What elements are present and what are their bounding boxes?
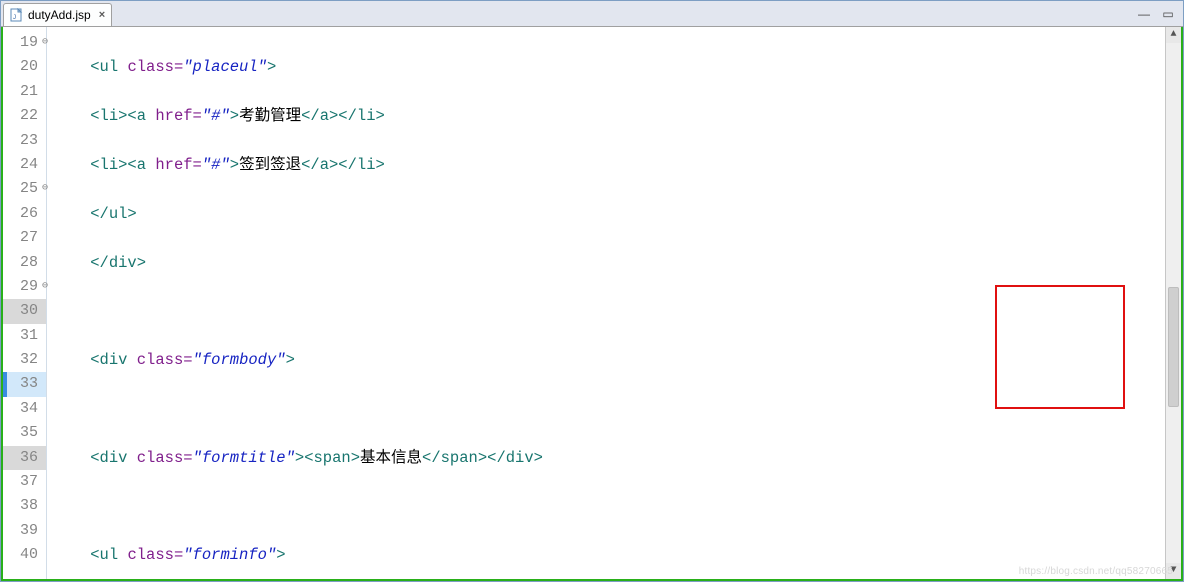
scroll-up-button[interactable]: ▲: [1166, 27, 1181, 43]
line-number[interactable]: 28: [3, 251, 46, 275]
line-number[interactable]: 19: [3, 31, 46, 55]
line-number[interactable]: 31: [3, 324, 46, 348]
window-controls: — ▭: [1135, 1, 1183, 26]
line-number[interactable]: 39: [3, 519, 46, 543]
vertical-scrollbar[interactable]: ▲ ▼: [1165, 27, 1181, 579]
line-number[interactable]: 37: [3, 470, 46, 494]
tab-filename: dutyAdd.jsp: [28, 8, 91, 22]
line-number[interactable]: 23: [3, 129, 46, 153]
line-number[interactable]: 24: [3, 153, 46, 177]
line-number[interactable]: 26: [3, 202, 46, 226]
line-number[interactable]: 38: [3, 494, 46, 518]
line-number[interactable]: 33: [3, 372, 46, 396]
maximize-icon[interactable]: ▭: [1159, 7, 1177, 21]
line-number[interactable]: 35: [3, 421, 46, 445]
line-number[interactable]: 25: [3, 177, 46, 201]
editor-window: J dutyAdd.jsp × — ▭ 19 20 21 22 23 24 25…: [0, 0, 1184, 582]
line-number[interactable]: 36: [3, 446, 46, 470]
tab-bar: J dutyAdd.jsp × — ▭: [1, 1, 1183, 27]
line-number[interactable]: 27: [3, 226, 46, 250]
line-number[interactable]: 20: [3, 55, 46, 79]
minimize-icon[interactable]: —: [1135, 7, 1153, 21]
code-editor[interactable]: <ul class="placeul"> <li><a href="#">考勤管…: [47, 27, 1163, 579]
line-number[interactable]: 32: [3, 348, 46, 372]
line-number[interactable]: 40: [3, 543, 46, 567]
jsp-file-icon: J: [10, 8, 24, 22]
editor-area: 19 20 21 22 23 24 25 26 27 28 29 30 31 3…: [1, 27, 1183, 581]
svg-text:J: J: [13, 15, 16, 21]
line-number[interactable]: 34: [3, 397, 46, 421]
watermark: https://blog.csdn.net/qq58270665: [1019, 566, 1173, 577]
gutter[interactable]: 19 20 21 22 23 24 25 26 27 28 29 30 31 3…: [3, 27, 47, 579]
line-number[interactable]: 29: [3, 275, 46, 299]
close-icon[interactable]: ×: [95, 9, 105, 21]
line-number[interactable]: 22: [3, 104, 46, 128]
scroll-thumb[interactable]: [1168, 287, 1179, 407]
line-number[interactable]: 30: [3, 299, 46, 323]
line-number[interactable]: 21: [3, 80, 46, 104]
tab-dutyadd-jsp[interactable]: J dutyAdd.jsp ×: [3, 3, 112, 26]
